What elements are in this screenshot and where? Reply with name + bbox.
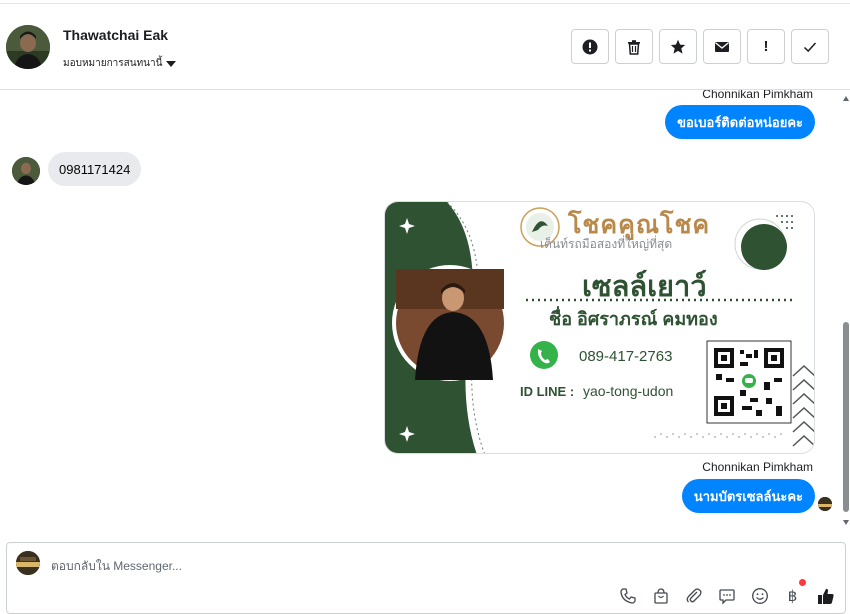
envelope-icon bbox=[715, 41, 729, 52]
reply-input[interactable] bbox=[51, 555, 751, 577]
notification-dot bbox=[799, 579, 806, 586]
outgoing-message[interactable]: ขอเบอร์ติดต่อหน่อยคะ bbox=[665, 105, 815, 139]
paperclip-icon bbox=[686, 587, 702, 602]
composer-toolbar: ฿ bbox=[618, 579, 835, 605]
reply-composer: ฿ bbox=[6, 542, 846, 614]
page-avatar bbox=[16, 551, 40, 575]
conversation-header: Thawatchai Eak มอบหมายการสนทนานี้ ! bbox=[0, 4, 850, 90]
baht-icon: ฿ bbox=[787, 587, 798, 605]
contact-avatar[interactable] bbox=[6, 25, 50, 69]
scroll-down-arrow-icon[interactable] bbox=[843, 520, 849, 525]
seen-avatar bbox=[818, 497, 832, 511]
speech-bubble-icon bbox=[718, 588, 735, 605]
phone-icon bbox=[619, 587, 636, 604]
outgoing-message[interactable]: นามบัตรเซลล์นะคะ bbox=[681, 479, 815, 513]
attach-button[interactable] bbox=[684, 586, 703, 605]
thumbs-up-icon bbox=[817, 588, 834, 604]
card-line-label: ID LINE : bbox=[520, 384, 575, 399]
sender-label: Chonnikan Pimkham bbox=[702, 90, 813, 101]
sender-label: Chonnikan Pimkham bbox=[702, 460, 813, 474]
alert-circle-icon bbox=[582, 39, 598, 54]
messenger-conversation-view: Thawatchai Eak มอบหมายการสนทนานี้ ! Chon… bbox=[0, 0, 850, 614]
shop-button[interactable] bbox=[651, 586, 670, 605]
mark-done-button[interactable] bbox=[791, 29, 829, 64]
card-person-name: ชื่อ อิศราภรณ์ คมทอง bbox=[549, 309, 718, 329]
flag-button[interactable]: ! bbox=[747, 29, 785, 64]
saved-replies-button[interactable] bbox=[717, 586, 736, 605]
card-line-id: yao-tong-udon bbox=[583, 383, 674, 399]
payment-button[interactable]: ฿ bbox=[783, 579, 806, 605]
emoji-icon bbox=[751, 587, 768, 604]
contact-avatar-small bbox=[12, 157, 40, 185]
caret-down-icon bbox=[166, 60, 177, 67]
exclamation-icon: ! bbox=[763, 38, 769, 55]
phone-button[interactable] bbox=[618, 586, 637, 605]
business-card-image[interactable]: โชคคูณโชค เต็นท์รถมือสองที่ใหญ่ที่สุด เซ… bbox=[384, 201, 815, 454]
delete-button[interactable] bbox=[615, 29, 653, 64]
mark-spam-button[interactable] bbox=[571, 29, 609, 64]
emoji-button[interactable] bbox=[750, 586, 769, 605]
star-icon bbox=[670, 39, 686, 54]
check-icon bbox=[803, 41, 817, 52]
incoming-message[interactable]: 0981171424 bbox=[48, 152, 142, 186]
header-actions: ! bbox=[571, 29, 829, 64]
like-button[interactable] bbox=[816, 586, 835, 605]
shopping-bag-icon bbox=[653, 587, 668, 604]
contact-name[interactable]: Thawatchai Eak bbox=[63, 27, 168, 43]
card-tagline: เต็นท์รถมือสองที่ใหญ่ที่สุด bbox=[540, 237, 673, 251]
trash-icon bbox=[628, 39, 640, 55]
assign-conversation-dropdown[interactable]: มอบหมายการสนทนานี้ bbox=[63, 56, 177, 71]
message-thread[interactable]: Chonnikan Pimkham ขอเบอร์ติดต่อหน่อยคะ 0… bbox=[0, 90, 850, 535]
thread-scrollbar[interactable] bbox=[842, 90, 850, 535]
scroll-up-arrow-icon[interactable] bbox=[843, 96, 849, 101]
mark-unread-button[interactable] bbox=[703, 29, 741, 64]
assign-conversation-label: มอบหมายการสนทนานี้ bbox=[63, 58, 163, 69]
scroll-thumb[interactable] bbox=[843, 322, 849, 512]
card-role: เซลล์เยาว์ bbox=[582, 271, 707, 303]
card-phone: 089-417-2763 bbox=[579, 348, 673, 365]
star-button[interactable] bbox=[659, 29, 697, 64]
